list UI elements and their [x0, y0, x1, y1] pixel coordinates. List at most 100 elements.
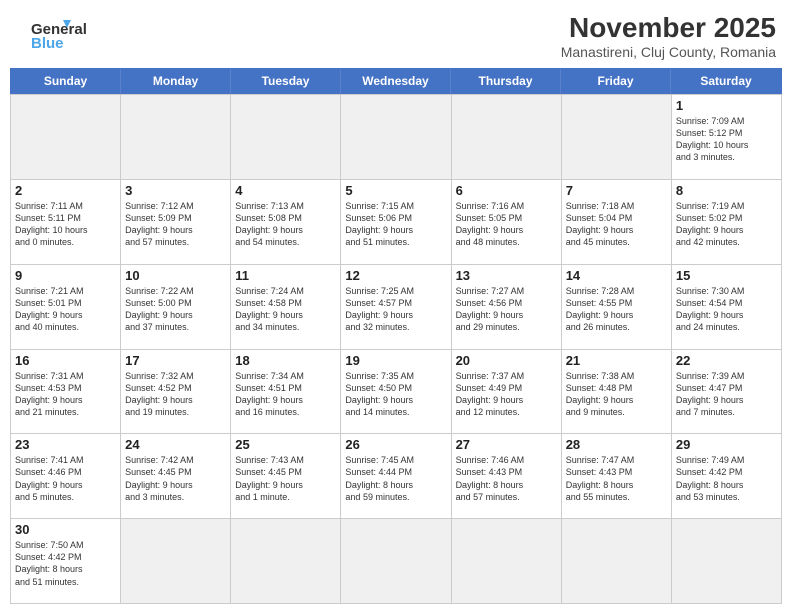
day-number: 27: [456, 437, 557, 452]
day-info: Sunrise: 7:21 AM Sunset: 5:01 PM Dayligh…: [15, 285, 116, 334]
day-info: Sunrise: 7:49 AM Sunset: 4:42 PM Dayligh…: [676, 454, 777, 503]
day-info: Sunrise: 7:37 AM Sunset: 4:49 PM Dayligh…: [456, 370, 557, 419]
day-cell-24: 24 Sunrise: 7:42 AM Sunset: 4:45 PM Dayli…: [121, 433, 231, 518]
day-cell-21: 21 Sunrise: 7:38 AM Sunset: 4:48 PM Dayli…: [562, 349, 672, 434]
day-number: 3: [125, 183, 226, 198]
day-cell-13: 13 Sunrise: 7:27 AM Sunset: 4:56 PM Dayli…: [452, 264, 562, 349]
day-number: 19: [345, 353, 446, 368]
day-cell-12: 12 Sunrise: 7:25 AM Sunset: 4:57 PM Dayli…: [341, 264, 451, 349]
day-cell-2: 2 Sunrise: 7:11 AM Sunset: 5:11 PM Daylig…: [11, 179, 121, 264]
day-cell-29: 29 Sunrise: 7:49 AM Sunset: 4:42 PM Dayli…: [672, 433, 782, 518]
day-number: 5: [345, 183, 446, 198]
empty-cell: [231, 518, 341, 603]
day-cell-10: 10 Sunrise: 7:22 AM Sunset: 5:00 PM Dayli…: [121, 264, 231, 349]
header-day-monday: Monday: [121, 69, 231, 93]
day-number: 30: [15, 522, 116, 537]
day-cell-28: 28Sunrise: 7:47 AM Sunset: 4:43 PM Dayli…: [562, 433, 672, 518]
day-number: 14: [566, 268, 667, 283]
day-info: Sunrise: 7:42 AM Sunset: 4:45 PM Dayligh…: [125, 454, 226, 503]
day-cell-16: 16 Sunrise: 7:31 AM Sunset: 4:53 PM Dayli…: [11, 349, 121, 434]
day-number: 20: [456, 353, 557, 368]
calendar-header: SundayMondayTuesdayWednesdayThursdayFrid…: [10, 68, 782, 94]
day-number: 18: [235, 353, 336, 368]
day-info: Sunrise: 7:31 AM Sunset: 4:53 PM Dayligh…: [15, 370, 116, 419]
day-number: 1: [676, 98, 777, 113]
day-info: Sunrise: 7:24 AM Sunset: 4:58 PM Dayligh…: [235, 285, 336, 334]
day-info: Sunrise: 7:11 AM Sunset: 5:11 PM Dayligh…: [15, 200, 116, 249]
day-number: 11: [235, 268, 336, 283]
day-info: Sunrise: 7:28 AM Sunset: 4:55 PM Dayligh…: [566, 285, 667, 334]
day-number: 4: [235, 183, 336, 198]
day-info: Sunrise: 7:43 AM Sunset: 4:45 PM Dayligh…: [235, 454, 336, 503]
day-cell-19: 19 Sunrise: 7:35 AM Sunset: 4:50 PM Dayli…: [341, 349, 451, 434]
day-number: 16: [15, 353, 116, 368]
day-number: 12: [345, 268, 446, 283]
day-number: 15: [676, 268, 777, 283]
day-info: Sunrise: 7:15 AM Sunset: 5:06 PM Dayligh…: [345, 200, 446, 249]
day-cell-20: 20 Sunrise: 7:37 AM Sunset: 4:49 PM Dayli…: [452, 349, 562, 434]
day-info: Sunrise: 7:39 AM Sunset: 4:47 PM Dayligh…: [676, 370, 777, 419]
page: General Blue November 2025 Manastireni, …: [0, 0, 792, 612]
day-info: Sunrise: 7:25 AM Sunset: 4:57 PM Dayligh…: [345, 285, 446, 334]
day-number: 24: [125, 437, 226, 452]
day-info: Sunrise: 7:27 AM Sunset: 4:56 PM Dayligh…: [456, 285, 557, 334]
day-info: Sunrise: 7:47 AM Sunset: 4:43 PM Dayligh…: [566, 454, 667, 503]
day-cell-23: 23Sunrise: 7:41 AM Sunset: 4:46 PM Dayli…: [11, 433, 121, 518]
svg-text:Blue: Blue: [31, 35, 64, 52]
day-info: Sunrise: 7:12 AM Sunset: 5:09 PM Dayligh…: [125, 200, 226, 249]
day-cell-25: 25Sunrise: 7:43 AM Sunset: 4:45 PM Dayli…: [231, 433, 341, 518]
day-cell-14: 14 Sunrise: 7:28 AM Sunset: 4:55 PM Dayli…: [562, 264, 672, 349]
day-cell-4: 4 Sunrise: 7:13 AM Sunset: 5:08 PM Daylig…: [231, 179, 341, 264]
empty-cell: [562, 94, 672, 179]
empty-cell: [452, 518, 562, 603]
day-info: Sunrise: 7:30 AM Sunset: 4:54 PM Dayligh…: [676, 285, 777, 334]
day-info: Sunrise: 7:13 AM Sunset: 5:08 PM Dayligh…: [235, 200, 336, 249]
day-number: 10: [125, 268, 226, 283]
header-day-saturday: Saturday: [671, 69, 781, 93]
header-day-friday: Friday: [561, 69, 671, 93]
day-cell-26: 26Sunrise: 7:45 AM Sunset: 4:44 PM Dayli…: [341, 433, 451, 518]
day-number: 6: [456, 183, 557, 198]
header-day-thursday: Thursday: [451, 69, 561, 93]
day-number: 2: [15, 183, 116, 198]
day-info: Sunrise: 7:32 AM Sunset: 4:52 PM Dayligh…: [125, 370, 226, 419]
day-cell-22: 22 Sunrise: 7:39 AM Sunset: 4:47 PM Dayli…: [672, 349, 782, 434]
day-info: Sunrise: 7:35 AM Sunset: 4:50 PM Dayligh…: [345, 370, 446, 419]
day-number: 22: [676, 353, 777, 368]
day-info: Sunrise: 7:16 AM Sunset: 5:05 PM Dayligh…: [456, 200, 557, 249]
day-cell-8: 8 Sunrise: 7:19 AM Sunset: 5:02 PM Daylig…: [672, 179, 782, 264]
title-block: November 2025 Manastireni, Cluj County, …: [561, 12, 776, 60]
day-number: 29: [676, 437, 777, 452]
month-title: November 2025: [561, 12, 776, 44]
calendar: SundayMondayTuesdayWednesdayThursdayFrid…: [0, 68, 792, 612]
empty-cell: [341, 94, 451, 179]
empty-cell: [11, 94, 121, 179]
header-day-wednesday: Wednesday: [341, 69, 451, 93]
day-info: Sunrise: 7:46 AM Sunset: 4:43 PM Dayligh…: [456, 454, 557, 503]
day-cell-11: 11 Sunrise: 7:24 AM Sunset: 4:58 PM Dayli…: [231, 264, 341, 349]
header: General Blue November 2025 Manastireni, …: [0, 0, 792, 68]
empty-cell: [672, 518, 782, 603]
day-cell-27: 27 Sunrise: 7:46 AM Sunset: 4:43 PM Dayli…: [452, 433, 562, 518]
day-number: 8: [676, 183, 777, 198]
day-cell-18: 18Sunrise: 7:34 AM Sunset: 4:51 PM Dayli…: [231, 349, 341, 434]
day-info: Sunrise: 7:38 AM Sunset: 4:48 PM Dayligh…: [566, 370, 667, 419]
empty-cell: [452, 94, 562, 179]
empty-cell: [341, 518, 451, 603]
day-number: 17: [125, 353, 226, 368]
empty-cell: [231, 94, 341, 179]
day-cell-17: 17 Sunrise: 7:32 AM Sunset: 4:52 PM Dayli…: [121, 349, 231, 434]
logo: General Blue: [16, 12, 86, 52]
day-cell-1: 1Sunrise: 7:09 AM Sunset: 5:12 PM Daylig…: [672, 94, 782, 179]
day-info: Sunrise: 7:22 AM Sunset: 5:00 PM Dayligh…: [125, 285, 226, 334]
day-cell-7: 7Sunrise: 7:18 AM Sunset: 5:04 PM Daylig…: [562, 179, 672, 264]
header-day-tuesday: Tuesday: [231, 69, 341, 93]
day-info: Sunrise: 7:18 AM Sunset: 5:04 PM Dayligh…: [566, 200, 667, 249]
day-info: Sunrise: 7:19 AM Sunset: 5:02 PM Dayligh…: [676, 200, 777, 249]
day-cell-6: 6 Sunrise: 7:16 AM Sunset: 5:05 PM Daylig…: [452, 179, 562, 264]
empty-cell: [121, 518, 231, 603]
day-number: 23: [15, 437, 116, 452]
day-number: 13: [456, 268, 557, 283]
day-number: 21: [566, 353, 667, 368]
day-info: Sunrise: 7:50 AM Sunset: 4:42 PM Dayligh…: [15, 539, 116, 588]
